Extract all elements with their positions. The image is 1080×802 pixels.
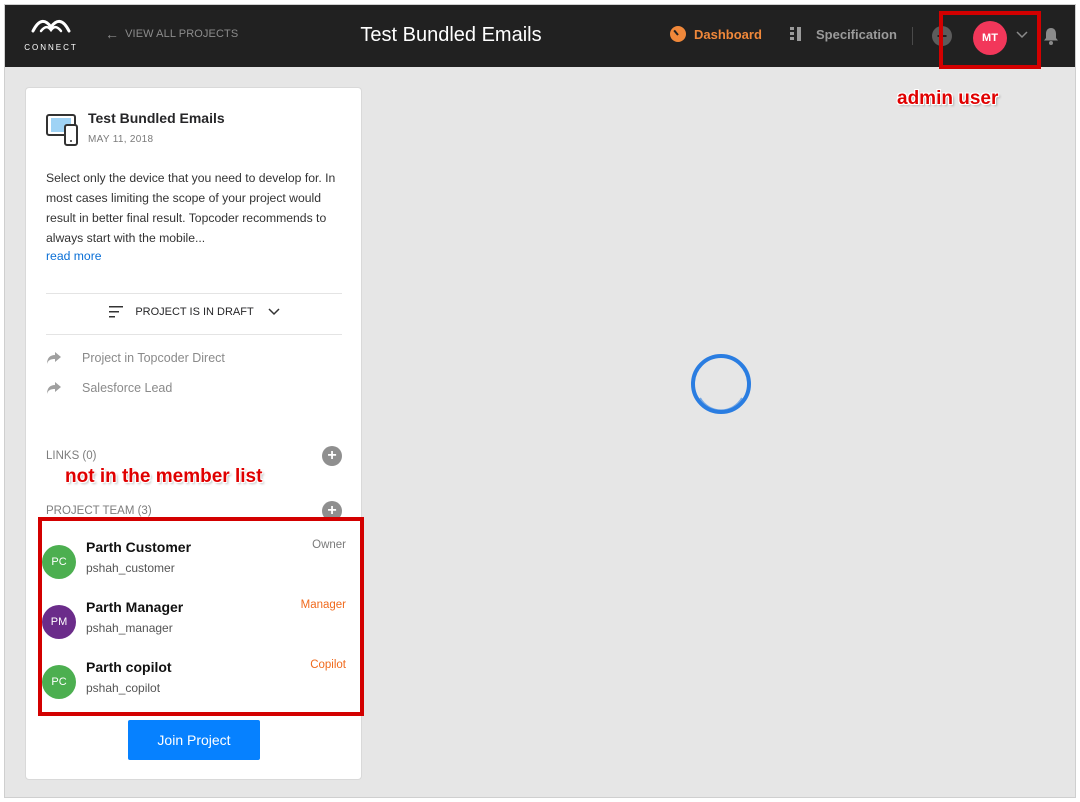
project-date: MAY 11, 2018 — [88, 134, 154, 145]
nav-divider — [912, 27, 913, 45]
bell-icon[interactable] — [1043, 27, 1059, 45]
logo-text: CONNECT — [24, 43, 78, 52]
status-lines-icon — [109, 306, 124, 318]
loading-spinner-icon — [691, 354, 751, 414]
project-status-label: PROJECT IS IN DRAFT — [135, 306, 254, 318]
add-link-button[interactable]: + — [322, 446, 342, 466]
nav-dashboard-label: Dashboard — [694, 26, 762, 42]
divider — [46, 334, 342, 335]
top-bar: CONNECT ← VIEW ALL PROJECTS Test Bundled… — [5, 5, 1075, 67]
project-title: Test Bundled Emails — [88, 110, 225, 126]
share-arrow-icon — [47, 382, 61, 394]
page-title: Test Bundled Emails — [360, 24, 542, 46]
team-list-highlight — [38, 517, 364, 716]
dashboard-icon — [670, 26, 686, 42]
join-project-button[interactable]: Join Project — [128, 720, 260, 760]
read-more-link[interactable]: read more — [46, 249, 102, 263]
view-all-projects-link[interactable]: ← VIEW ALL PROJECTS — [105, 26, 239, 42]
logo-icon — [31, 20, 71, 33]
chevron-down-icon — [268, 308, 280, 316]
nav-specification-label: Specification — [816, 26, 897, 42]
specification-icon — [790, 27, 801, 41]
admin-user-annotation: admin user — [897, 88, 999, 109]
nav-dashboard[interactable]: Dashboard — [670, 26, 762, 42]
arrow-left-icon: ← — [105, 26, 120, 42]
connect-logo[interactable]: CONNECT — [23, 17, 79, 57]
app-frame: CONNECT ← VIEW ALL PROJECTS Test Bundled… — [4, 4, 1076, 798]
team-heading: PROJECT TEAM (3) — [46, 505, 152, 517]
salesforce-lead-link[interactable]: Salesforce Lead — [46, 381, 172, 395]
device-icon — [46, 114, 78, 146]
topcoder-direct-link[interactable]: Project in Topcoder Direct — [46, 351, 225, 365]
project-status-dropdown[interactable]: PROJECT IS IN DRAFT — [26, 306, 363, 318]
not-in-member-list-annotation: not in the member list — [65, 466, 263, 487]
share-arrow-icon — [47, 352, 61, 364]
nav-specification[interactable]: Specification — [789, 26, 897, 42]
view-all-projects-label: VIEW ALL PROJECTS — [125, 28, 239, 40]
project-description: Select only the device that you need to … — [46, 171, 336, 245]
admin-user-highlight — [939, 11, 1041, 69]
topcoder-direct-label: Project in Topcoder Direct — [82, 351, 225, 365]
salesforce-lead-label: Salesforce Lead — [82, 381, 173, 395]
divider — [46, 293, 342, 294]
links-heading: LINKS (0) — [46, 450, 97, 462]
